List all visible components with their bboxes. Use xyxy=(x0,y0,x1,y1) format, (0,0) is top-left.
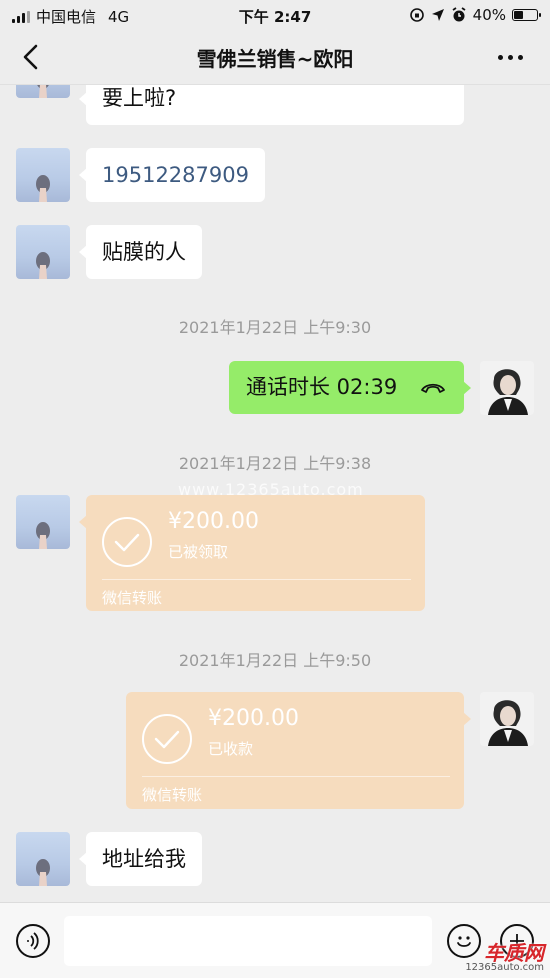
voice-icon xyxy=(27,932,39,950)
orientation-lock-icon xyxy=(409,8,424,22)
phone-number-link[interactable]: 19512287909 xyxy=(102,163,249,187)
transfer-status: 已收款 xyxy=(208,740,254,758)
check-circle-icon xyxy=(102,517,152,567)
message-bubble[interactable]: 贴膜的人 xyxy=(79,225,202,279)
phone-hangup-icon xyxy=(421,383,445,393)
site-watermark: www.12365auto.com xyxy=(178,480,364,499)
message-timestamp: 2021年1月22日 上午9:38 xyxy=(178,454,372,473)
site-logo-watermark: 车质网 12365auto.com xyxy=(465,943,544,973)
battery-icon xyxy=(512,9,541,21)
contact-avatar[interactable] xyxy=(16,148,70,202)
message-input[interactable] xyxy=(64,916,432,966)
alarm-icon xyxy=(452,7,466,22)
contact-avatar[interactable] xyxy=(16,225,70,279)
transfer-card[interactable]: ¥200.00 已收款 微信转账 xyxy=(126,692,471,809)
voice-input-button[interactable] xyxy=(16,924,50,958)
transfer-status: 已被领取 xyxy=(168,543,229,561)
contact-avatar-image xyxy=(36,252,50,279)
chat-title-label: 雪佛兰销售~欧阳 xyxy=(196,47,354,71)
transfer-card[interactable]: ¥200.00 已被领取 微信转账 xyxy=(79,495,425,611)
my-avatar[interactable] xyxy=(480,361,534,415)
message-bubble[interactable]: 19512287909 xyxy=(79,148,265,202)
status-right: 40% xyxy=(409,6,541,24)
message-timestamp: 2021年1月22日 上午9:50 xyxy=(178,651,372,670)
message-text: 要上啦? xyxy=(102,86,177,110)
check-circle-icon xyxy=(142,714,192,764)
message-text: 贴膜的人 xyxy=(102,240,186,264)
message-timestamp: 2021年1月22日 上午9:30 xyxy=(178,318,372,337)
my-avatar-image xyxy=(488,369,528,415)
site-logo-url: 12365auto.com xyxy=(465,962,544,973)
status-bar: 中国电信 4G 下午 2:47 40% xyxy=(0,0,550,30)
contact-avatar[interactable] xyxy=(16,832,70,886)
transfer-divider xyxy=(102,579,411,580)
transfer-amount: ¥200.00 xyxy=(208,706,299,731)
contact-avatar[interactable] xyxy=(16,495,70,549)
more-button[interactable] xyxy=(498,48,528,66)
my-avatar-image xyxy=(488,700,528,746)
site-logo-name: 车质网 xyxy=(484,941,544,965)
call-duration-text: 通话时长 02:39 xyxy=(246,375,398,399)
message-text: 地址给我 xyxy=(102,847,186,871)
my-avatar[interactable] xyxy=(480,692,534,746)
battery-percent: 40% xyxy=(472,6,506,24)
transfer-amount: ¥200.00 xyxy=(168,509,259,534)
contact-avatar-image xyxy=(36,175,50,202)
transfer-divider xyxy=(142,776,450,777)
transfer-footer: 微信转账 xyxy=(142,786,203,804)
contact-avatar-image xyxy=(36,522,50,549)
transfer-footer: 微信转账 xyxy=(102,589,163,607)
message-bubble[interactable]: 地址给我 xyxy=(79,832,202,886)
contact-avatar-image xyxy=(36,859,50,886)
location-icon xyxy=(431,9,444,21)
call-record-bubble[interactable]: 通话时长 02:39 xyxy=(229,361,471,414)
